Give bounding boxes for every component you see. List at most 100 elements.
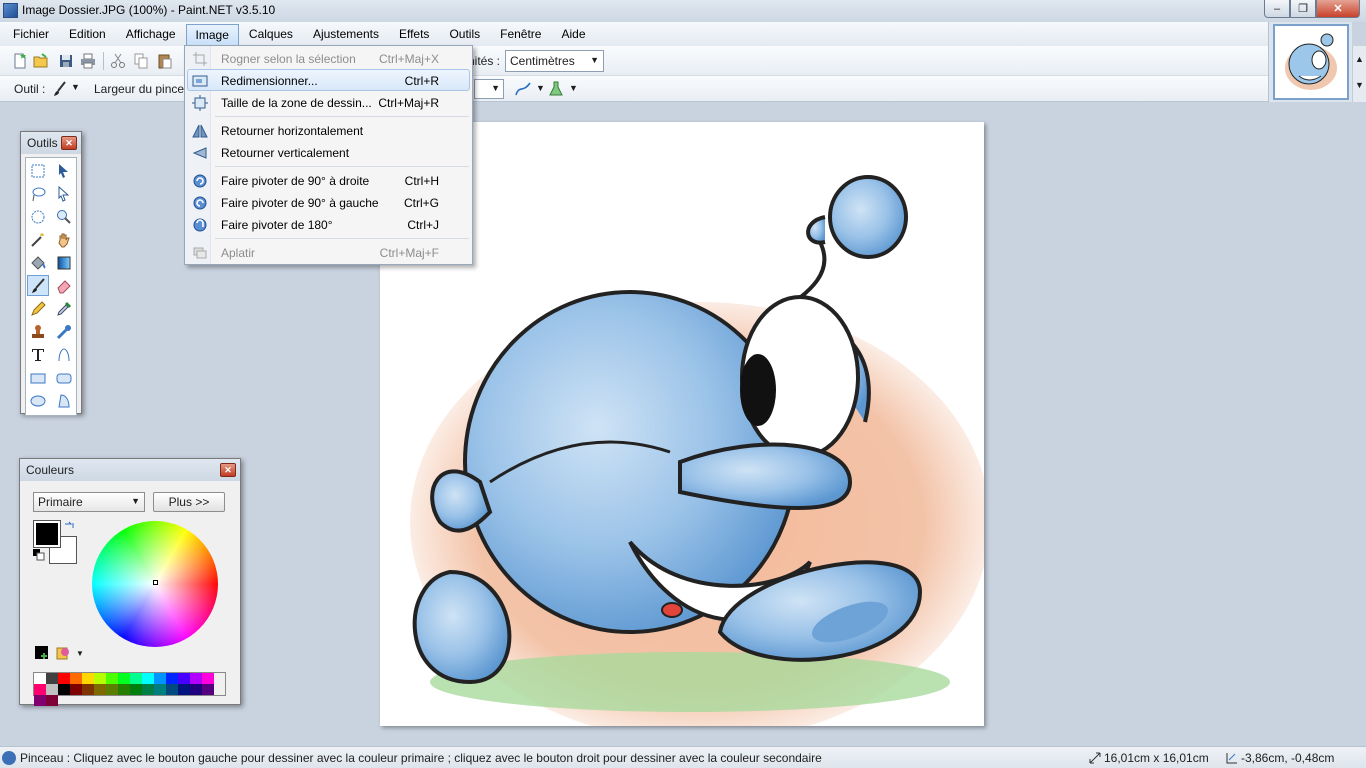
palette-swatch[interactable] <box>154 673 166 684</box>
tool-rounded-rectangle[interactable] <box>53 367 75 388</box>
tool-lasso-select[interactable] <box>27 183 49 204</box>
palette-swatch[interactable] <box>58 684 70 695</box>
menu-image[interactable]: Image <box>185 23 239 45</box>
tool-ellipse-select[interactable] <box>27 206 49 227</box>
tool-ellipse[interactable] <box>27 390 49 411</box>
palette-swatch[interactable] <box>82 684 94 695</box>
save-icon[interactable] <box>58 53 74 69</box>
tool-move-selected[interactable] <box>53 183 75 204</box>
cut-icon[interactable] <box>110 53 126 69</box>
close-button[interactable]: ✕ <box>1316 0 1360 18</box>
menu-item-resize[interactable]: Redimensionner... Ctrl+R <box>187 69 470 91</box>
tool-magic-wand[interactable] <box>27 229 49 250</box>
tools-panel-close-button[interactable]: ✕ <box>61 136 77 150</box>
minimize-button[interactable]: – <box>1264 0 1290 18</box>
open-file-icon[interactable] <box>33 53 49 69</box>
menu-item-crop-to-selection[interactable]: Rogner selon la sélection Ctrl+Maj+X <box>187 47 470 69</box>
tool-gradient[interactable] <box>53 252 75 273</box>
new-file-icon[interactable] <box>12 53 28 69</box>
tool-rectangle-select[interactable] <box>27 160 49 181</box>
tool-color-picker[interactable] <box>53 298 75 319</box>
menu-fenetre[interactable]: Fenêtre <box>490 23 551 45</box>
menu-effets[interactable]: Effets <box>389 23 439 45</box>
tool-text[interactable] <box>27 344 49 365</box>
palette-swatch[interactable] <box>118 673 130 684</box>
menu-ajustements[interactable]: Ajustements <box>303 23 389 45</box>
palette-swatch[interactable] <box>94 673 106 684</box>
palette-menu-icon[interactable] <box>56 645 72 661</box>
chevron-down-icon[interactable]: ▼ <box>71 82 80 92</box>
menu-fichier[interactable]: Fichier <box>3 23 59 45</box>
palette-swatch[interactable] <box>82 673 94 684</box>
color-palette[interactable] <box>33 672 226 706</box>
antialiasing-dropdown[interactable]: ▼ <box>474 79 504 99</box>
tab-scroll-strip[interactable]: ▲ ▼ <box>1352 46 1366 102</box>
palette-swatch[interactable] <box>106 673 118 684</box>
palette-swatch[interactable] <box>166 673 178 684</box>
tool-paintbrush[interactable] <box>27 275 49 296</box>
menu-item-rotate-180[interactable]: Faire pivoter de 180° Ctrl+J <box>187 213 470 235</box>
tool-rectangle[interactable] <box>27 367 49 388</box>
palette-swatch[interactable] <box>130 684 142 695</box>
chevron-down-icon[interactable]: ▼ <box>76 649 84 658</box>
menu-edition[interactable]: Edition <box>59 23 116 45</box>
primary-color-swatch[interactable] <box>33 520 61 548</box>
units-dropdown[interactable]: Centimètres ▼ <box>505 50 604 72</box>
menu-calques[interactable]: Calques <box>239 23 303 45</box>
palette-swatch[interactable] <box>34 684 46 695</box>
palette-swatch[interactable] <box>58 673 70 684</box>
palette-swatch[interactable] <box>118 684 130 695</box>
chevron-down-icon[interactable]: ▼ <box>536 83 545 93</box>
palette-swatch[interactable] <box>94 684 106 695</box>
palette-swatch[interactable] <box>202 673 214 684</box>
print-icon[interactable] <box>80 53 96 69</box>
menu-affichage[interactable]: Affichage <box>116 23 186 45</box>
menu-outils[interactable]: Outils <box>439 23 490 45</box>
palette-swatch[interactable] <box>202 684 214 695</box>
palette-swatch[interactable] <box>34 673 46 684</box>
reset-colors-icon[interactable] <box>33 549 47 563</box>
menu-item-flip-horizontal[interactable]: Retourner horizontalement <box>187 119 470 141</box>
tool-pan[interactable] <box>53 229 75 250</box>
more-colors-button[interactable]: Plus >> <box>153 492 225 512</box>
palette-swatch[interactable] <box>166 684 178 695</box>
colors-panel-close-button[interactable]: ✕ <box>220 463 236 477</box>
copy-icon[interactable] <box>133 53 149 69</box>
palette-swatch[interactable] <box>178 684 190 695</box>
menu-item-rotate-left[interactable]: Faire pivoter de 90° à gauche Ctrl+G <box>187 191 470 213</box>
palette-swatch[interactable] <box>70 684 82 695</box>
menu-item-canvas-size[interactable]: Taille de la zone de dessin... Ctrl+Maj+… <box>187 91 470 113</box>
swap-colors-icon[interactable] <box>64 521 74 531</box>
add-to-palette-icon[interactable] <box>34 645 50 661</box>
paintbrush-tool-icon[interactable] <box>52 81 68 97</box>
paste-icon[interactable] <box>157 53 173 69</box>
tool-zoom[interactable] <box>53 206 75 227</box>
menu-item-flip-vertical[interactable]: Retourner verticalement <box>187 141 470 163</box>
chevron-down-icon[interactable]: ▼ <box>569 83 578 93</box>
restore-button[interactable]: ❐ <box>1290 0 1316 18</box>
menu-aide[interactable]: Aide <box>551 23 595 45</box>
palette-swatch[interactable] <box>190 673 202 684</box>
menu-item-flatten[interactable]: Aplatir Ctrl+Maj+F <box>187 241 470 263</box>
tool-eraser[interactable] <box>53 275 75 296</box>
tool-line-curve[interactable] <box>53 344 75 365</box>
chevron-down-icon[interactable]: ▼ <box>1355 80 1364 90</box>
palette-swatch[interactable] <box>34 695 46 706</box>
menu-item-rotate-right[interactable]: Faire pivoter de 90° à droite Ctrl+H <box>187 169 470 191</box>
tool-recolor[interactable] <box>53 321 75 342</box>
colors-panel-title[interactable]: Couleurs <box>20 459 240 481</box>
palette-swatch[interactable] <box>70 673 82 684</box>
palette-swatch[interactable] <box>130 673 142 684</box>
palette-swatch[interactable] <box>142 673 154 684</box>
tool-clone-stamp[interactable] <box>27 321 49 342</box>
paintnet-app-icon[interactable] <box>3 3 18 18</box>
palette-swatch[interactable] <box>142 684 154 695</box>
palette-swatch[interactable] <box>46 684 58 695</box>
chevron-up-icon[interactable]: ▲ <box>1355 54 1364 64</box>
palette-swatch[interactable] <box>46 695 58 706</box>
tool-paint-bucket[interactable] <box>27 252 49 273</box>
image-tab-thumbnail[interactable] <box>1268 22 1352 102</box>
palette-swatch[interactable] <box>46 673 58 684</box>
blend-mode-icon[interactable] <box>548 81 564 97</box>
color-mode-dropdown[interactable]: Primaire ▼ <box>33 492 145 512</box>
